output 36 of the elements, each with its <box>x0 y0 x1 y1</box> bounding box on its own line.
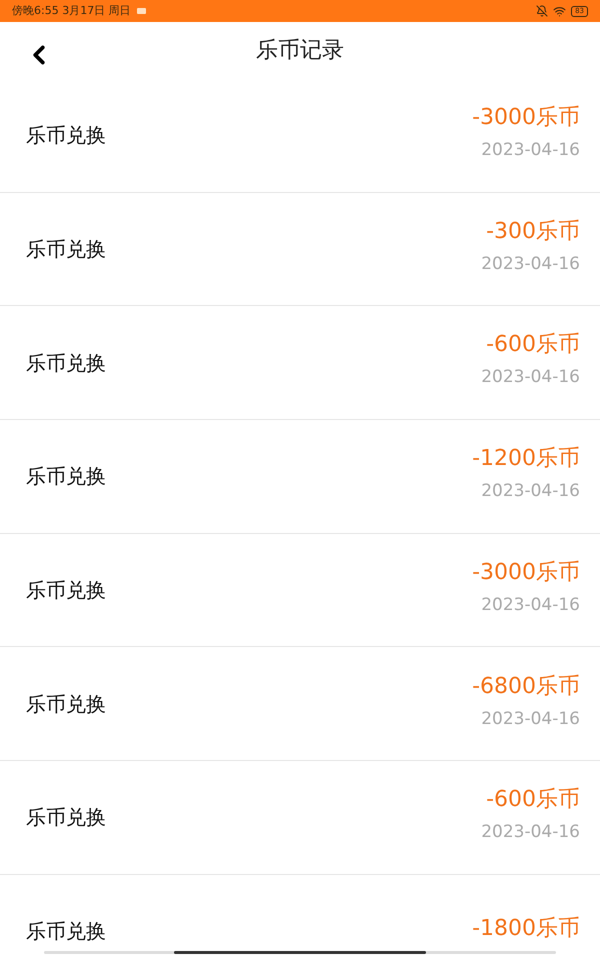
record-row[interactable]: 乐币兑换 -300乐币 2023-04-16 <box>0 192 600 306</box>
record-amount: -6800乐币 <box>472 672 580 701</box>
record-type: 乐币兑换 <box>26 918 106 946</box>
scroll-thumb[interactable] <box>174 951 426 954</box>
record-date: 2023-04-16 <box>481 594 580 617</box>
record-row[interactable]: 乐币兑换 -3000乐币 2023-04-16 <box>0 79 600 193</box>
record-type: 乐币兑换 <box>26 463 106 490</box>
record-type: 乐币兑换 <box>26 690 106 718</box>
record-date: 2023-04-16 <box>481 252 580 276</box>
status-time: 傍晚6:55 3月17日 周日 <box>12 2 131 19</box>
record-row[interactable]: 乐币兑换 -1200乐币 2023-04-16 <box>0 420 600 534</box>
record-date: 2023-04-16 <box>481 139 580 162</box>
record-row[interactable]: 乐币兑换 -3000乐币 2023-04-16 <box>0 534 600 648</box>
record-amount: -600乐币 <box>486 786 580 814</box>
record-type: 乐币兑换 <box>26 577 106 604</box>
mute-icon <box>536 5 548 17</box>
page-title: 乐币记录 <box>256 37 344 65</box>
notification-icon <box>136 8 146 14</box>
record-amount: -300乐币 <box>486 218 580 246</box>
record-type: 乐币兑换 <box>26 122 106 150</box>
record-type: 乐币兑换 <box>26 804 106 832</box>
record-row[interactable]: 乐币兑换 -600乐币 2023-04-16 <box>0 761 600 875</box>
record-type: 乐币兑换 <box>26 236 106 264</box>
record-row[interactable]: 乐币兑换 -600乐币 2023-04-16 <box>0 306 600 420</box>
record-amount: -600乐币 <box>486 331 580 360</box>
record-date: 2023-04-16 <box>481 366 580 390</box>
wifi-icon <box>553 4 566 18</box>
record-date: 2023-04-16 <box>481 708 580 731</box>
record-amount: -3000乐币 <box>472 104 580 132</box>
record-type: 乐币兑换 <box>26 350 106 377</box>
record-date: 2023-04-16 <box>481 480 580 504</box>
record-amount: -1200乐币 <box>472 445 580 474</box>
record-row[interactable]: 乐币兑换 -6800乐币 2023-04-16 <box>0 647 600 762</box>
record-amount: -3000乐币 <box>472 558 580 587</box>
record-amount: -1800乐币 <box>472 914 580 943</box>
record-date: 2023-04-16 <box>481 821 580 844</box>
